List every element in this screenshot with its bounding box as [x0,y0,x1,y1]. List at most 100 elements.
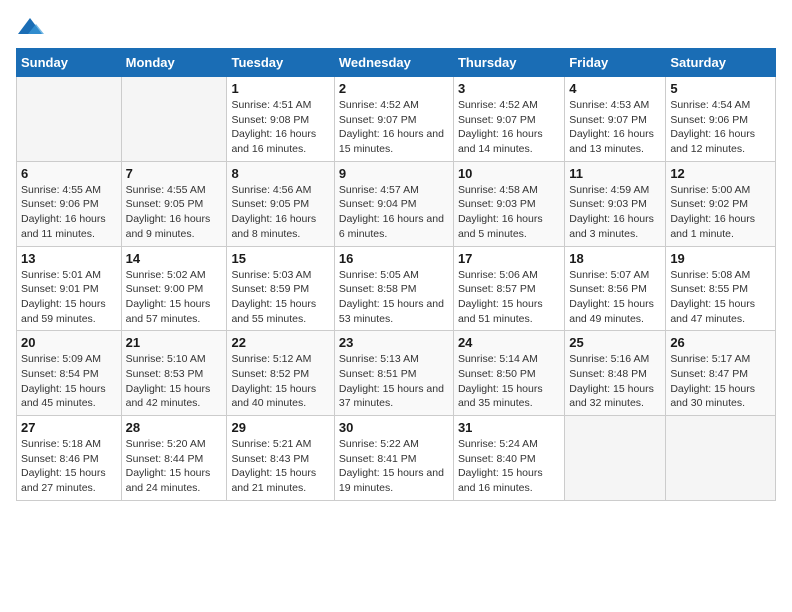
day-number: 29 [231,420,329,435]
day-detail: Sunrise: 5:08 AM Sunset: 8:55 PM Dayligh… [670,268,771,327]
calendar-cell [666,416,776,501]
calendar-cell: 9 Sunrise: 4:57 AM Sunset: 9:04 PM Daylig… [334,161,453,246]
day-detail: Sunrise: 5:02 AM Sunset: 9:00 PM Dayligh… [126,268,223,327]
calendar-cell: 24 Sunrise: 5:14 AM Sunset: 8:50 PM Dayli… [453,331,564,416]
calendar-week-1: 1Sunrise: 4:51 AM Sunset: 9:08 PM Daylig… [17,77,776,162]
day-detail: Sunrise: 4:55 AM Sunset: 9:06 PM Dayligh… [21,183,117,242]
day-number: 22 [231,335,329,350]
day-detail: Sunrise: 4:59 AM Sunset: 9:03 PM Dayligh… [569,183,661,242]
calendar-cell: 17Sunrise: 5:06 AM Sunset: 8:57 PM Dayli… [453,246,564,331]
day-number: 5 [670,81,771,96]
header-cell-thursday: Thursday [453,49,564,77]
day-detail: Sunrise: 4:57 AM Sunset: 9:04 PM Dayligh… [339,183,449,242]
day-number: 2 [339,81,449,96]
day-number: 10 [458,166,560,181]
day-detail: Sunrise: 5:16 AM Sunset: 8:48 PM Dayligh… [569,352,661,411]
day-detail: Sunrise: 4:52 AM Sunset: 9:07 PM Dayligh… [339,98,449,157]
day-detail: Sunrise: 4:56 AM Sunset: 9:05 PM Dayligh… [231,183,329,242]
calendar-cell: 21 Sunrise: 5:10 AM Sunset: 8:53 PM Dayli… [121,331,227,416]
day-detail: Sunrise: 5:17 AM Sunset: 8:47 PM Dayligh… [670,352,771,411]
day-detail: Sunrise: 5:12 AM Sunset: 8:52 PM Dayligh… [231,352,329,411]
day-number: 11 [569,166,661,181]
calendar-cell: 27 Sunrise: 5:18 AM Sunset: 8:46 PM Dayli… [17,416,122,501]
day-number: 31 [458,420,560,435]
logo [16,16,48,38]
day-detail: Sunrise: 5:01 AM Sunset: 9:01 PM Dayligh… [21,268,117,327]
calendar-cell: 20Sunrise: 5:09 AM Sunset: 8:54 PM Dayli… [17,331,122,416]
day-detail: Sunrise: 4:58 AM Sunset: 9:03 PM Dayligh… [458,183,560,242]
calendar-cell: 11 Sunrise: 4:59 AM Sunset: 9:03 PM Dayli… [565,161,666,246]
day-number: 23 [339,335,449,350]
calendar-cell: 28Sunrise: 5:20 AM Sunset: 8:44 PM Dayli… [121,416,227,501]
day-number: 4 [569,81,661,96]
header-cell-friday: Friday [565,49,666,77]
calendar-cell: 19 Sunrise: 5:08 AM Sunset: 8:55 PM Dayli… [666,246,776,331]
day-number: 26 [670,335,771,350]
day-number: 16 [339,251,449,266]
day-detail: Sunrise: 5:00 AM Sunset: 9:02 PM Dayligh… [670,183,771,242]
calendar-cell: 14 Sunrise: 5:02 AM Sunset: 9:00 PM Dayli… [121,246,227,331]
day-number: 24 [458,335,560,350]
header-cell-sunday: Sunday [17,49,122,77]
calendar-cell: 23Sunrise: 5:13 AM Sunset: 8:51 PM Dayli… [334,331,453,416]
calendar-cell: 13 Sunrise: 5:01 AM Sunset: 9:01 PM Dayli… [17,246,122,331]
calendar-cell: 15Sunrise: 5:03 AM Sunset: 8:59 PM Dayli… [227,246,334,331]
header-cell-monday: Monday [121,49,227,77]
day-number: 30 [339,420,449,435]
calendar-cell [121,77,227,162]
day-number: 25 [569,335,661,350]
day-detail: Sunrise: 4:53 AM Sunset: 9:07 PM Dayligh… [569,98,661,157]
calendar-week-2: 6 Sunrise: 4:55 AM Sunset: 9:06 PM Daylig… [17,161,776,246]
calendar-week-4: 20Sunrise: 5:09 AM Sunset: 8:54 PM Dayli… [17,331,776,416]
day-detail: Sunrise: 5:05 AM Sunset: 8:58 PM Dayligh… [339,268,449,327]
day-detail: Sunrise: 4:55 AM Sunset: 9:05 PM Dayligh… [126,183,223,242]
calendar-cell: 7 Sunrise: 4:55 AM Sunset: 9:05 PM Daylig… [121,161,227,246]
calendar-table: SundayMondayTuesdayWednesdayThursdayFrid… [16,48,776,501]
calendar-cell: 10 Sunrise: 4:58 AM Sunset: 9:03 PM Dayli… [453,161,564,246]
calendar-cell: 22 Sunrise: 5:12 AM Sunset: 8:52 PM Dayli… [227,331,334,416]
logo-icon [16,16,44,38]
calendar-cell: 30 Sunrise: 5:22 AM Sunset: 8:41 PM Dayli… [334,416,453,501]
day-detail: Sunrise: 5:14 AM Sunset: 8:50 PM Dayligh… [458,352,560,411]
day-number: 27 [21,420,117,435]
day-number: 9 [339,166,449,181]
calendar-cell: 18 Sunrise: 5:07 AM Sunset: 8:56 PM Dayli… [565,246,666,331]
calendar-cell: 25 Sunrise: 5:16 AM Sunset: 8:48 PM Dayli… [565,331,666,416]
day-number: 13 [21,251,117,266]
day-detail: Sunrise: 4:51 AM Sunset: 9:08 PM Dayligh… [231,98,329,157]
day-number: 6 [21,166,117,181]
calendar-cell: 2 Sunrise: 4:52 AM Sunset: 9:07 PM Daylig… [334,77,453,162]
day-detail: Sunrise: 5:21 AM Sunset: 8:43 PM Dayligh… [231,437,329,496]
day-number: 7 [126,166,223,181]
day-detail: Sunrise: 5:07 AM Sunset: 8:56 PM Dayligh… [569,268,661,327]
calendar-cell: 16 Sunrise: 5:05 AM Sunset: 8:58 PM Dayli… [334,246,453,331]
calendar-cell: 3Sunrise: 4:52 AM Sunset: 9:07 PM Daylig… [453,77,564,162]
day-number: 19 [670,251,771,266]
header [16,16,776,38]
day-number: 3 [458,81,560,96]
day-detail: Sunrise: 5:10 AM Sunset: 8:53 PM Dayligh… [126,352,223,411]
calendar-cell: 5 Sunrise: 4:54 AM Sunset: 9:06 PM Daylig… [666,77,776,162]
header-cell-saturday: Saturday [666,49,776,77]
calendar-header-row: SundayMondayTuesdayWednesdayThursdayFrid… [17,49,776,77]
calendar-cell: 6 Sunrise: 4:55 AM Sunset: 9:06 PM Daylig… [17,161,122,246]
day-number: 21 [126,335,223,350]
calendar-cell: 31Sunrise: 5:24 AM Sunset: 8:40 PM Dayli… [453,416,564,501]
calendar-cell: 29 Sunrise: 5:21 AM Sunset: 8:43 PM Dayli… [227,416,334,501]
day-number: 20 [21,335,117,350]
calendar-cell: 26 Sunrise: 5:17 AM Sunset: 8:47 PM Dayli… [666,331,776,416]
header-cell-tuesday: Tuesday [227,49,334,77]
day-number: 18 [569,251,661,266]
day-number: 15 [231,251,329,266]
day-detail: Sunrise: 5:18 AM Sunset: 8:46 PM Dayligh… [21,437,117,496]
day-number: 8 [231,166,329,181]
day-detail: Sunrise: 4:54 AM Sunset: 9:06 PM Dayligh… [670,98,771,157]
day-number: 14 [126,251,223,266]
calendar-cell [565,416,666,501]
header-cell-wednesday: Wednesday [334,49,453,77]
day-detail: Sunrise: 5:22 AM Sunset: 8:41 PM Dayligh… [339,437,449,496]
day-detail: Sunrise: 5:20 AM Sunset: 8:44 PM Dayligh… [126,437,223,496]
day-detail: Sunrise: 5:06 AM Sunset: 8:57 PM Dayligh… [458,268,560,327]
day-number: 12 [670,166,771,181]
calendar-cell: 8 Sunrise: 4:56 AM Sunset: 9:05 PM Daylig… [227,161,334,246]
